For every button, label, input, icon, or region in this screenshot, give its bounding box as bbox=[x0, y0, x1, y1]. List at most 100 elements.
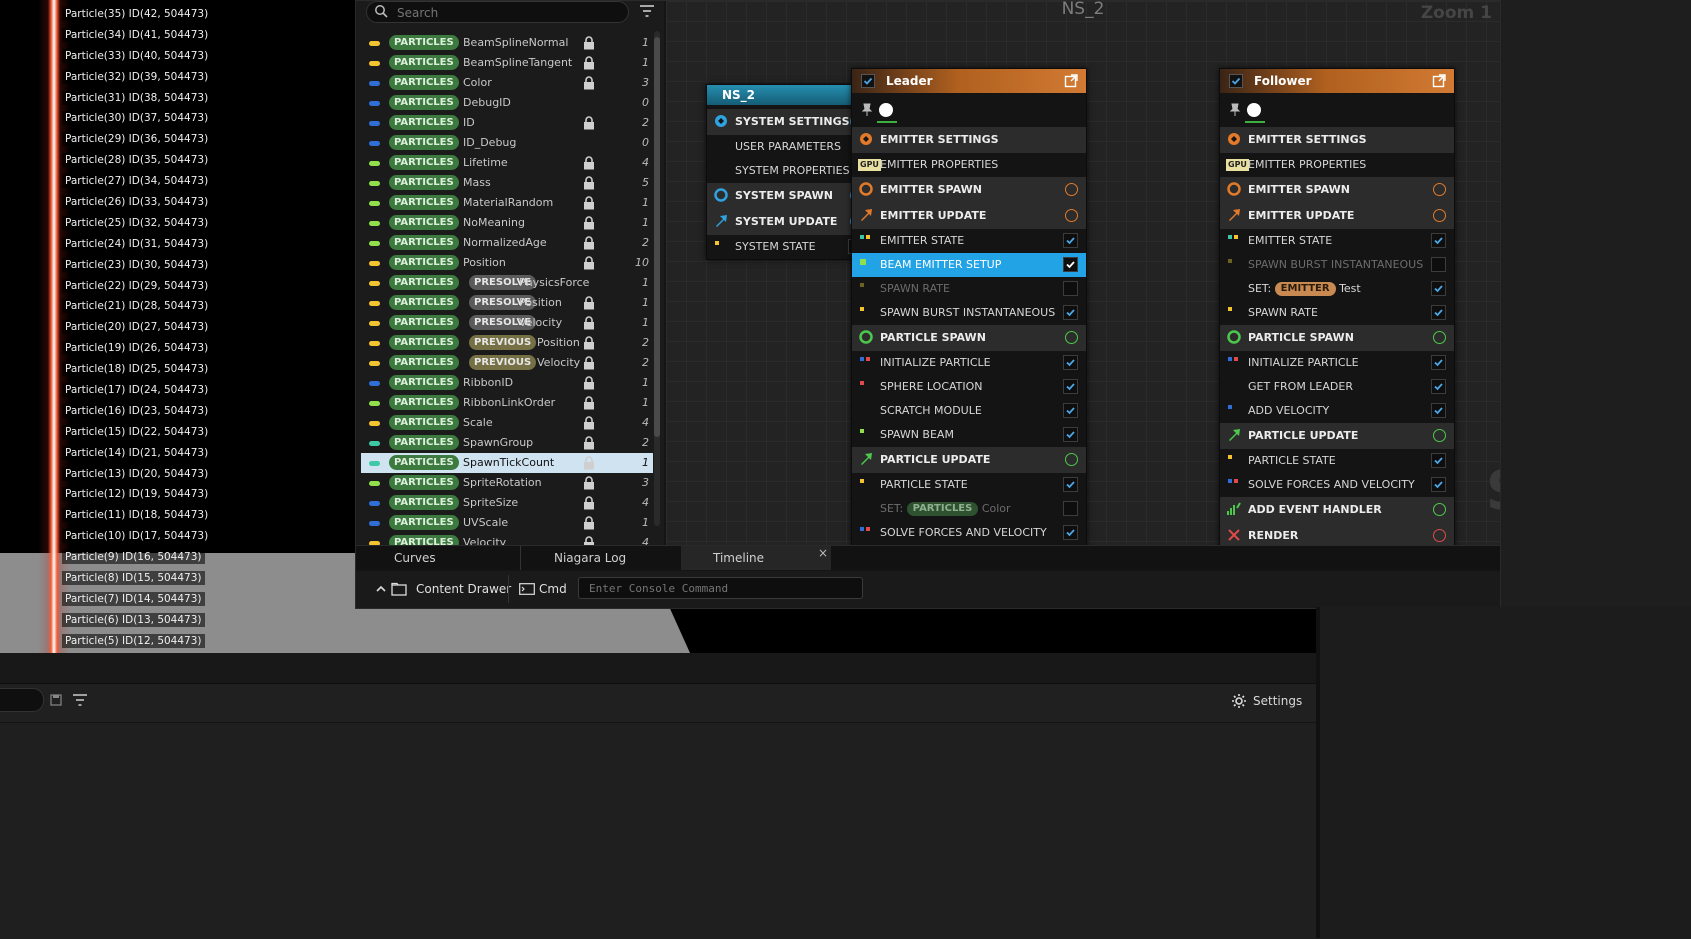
parameter-row[interactable]: PARTICLES Lifetime 4 bbox=[361, 153, 653, 173]
system-properties-row[interactable]: SYSTEM PROPERTIES bbox=[707, 159, 871, 183]
lock-icon[interactable] bbox=[583, 356, 595, 370]
follower-emitter-node[interactable]: Follower EMITTER SETTINGS GPU EMITTER PR… bbox=[1219, 68, 1455, 545]
parameter-row[interactable]: PARTICLES MaterialRandom 1 bbox=[361, 193, 653, 213]
particle-spawn-group[interactable]: PARTICLE SPAWN bbox=[852, 325, 1086, 351]
beam-emitter-setup-row[interactable]: BEAM EMITTER SETUP bbox=[852, 253, 1086, 277]
tab-niagara-log[interactable]: Niagara Log bbox=[521, 546, 676, 570]
parameter-row[interactable]: PARTICLES Scale 4 bbox=[361, 413, 653, 433]
emitter-spawn-group[interactable]: EMITTER SPAWN bbox=[1220, 177, 1454, 203]
system-node[interactable]: NS_2 SYSTEM SETTINGS USER PARAMETERS SYS… bbox=[706, 84, 872, 260]
parameter-row[interactable]: PARTICLES BeamSplineTangent 1 bbox=[361, 53, 653, 73]
lock-icon[interactable] bbox=[583, 116, 595, 130]
parameter-row[interactable]: PARTICLES BeamSplineNormal 1 bbox=[361, 33, 653, 53]
pin-icon[interactable] bbox=[861, 103, 873, 117]
leader-node-header[interactable]: Leader bbox=[852, 69, 1086, 93]
lock-icon[interactable] bbox=[583, 176, 595, 190]
parameter-row[interactable]: PARTICLES ID_Debug 0 bbox=[361, 133, 653, 153]
module-enabled-checkbox[interactable] bbox=[1063, 305, 1078, 320]
parameter-row[interactable]: PARTICLES NoMeaning 1 bbox=[361, 213, 653, 233]
add-module-icon[interactable] bbox=[1065, 209, 1078, 222]
emitter-properties-row[interactable]: GPU EMITTER PROPERTIES bbox=[1220, 153, 1454, 177]
follower-node-header[interactable]: Follower bbox=[1220, 69, 1454, 93]
content-drawer-button[interactable]: Content Drawer bbox=[366, 577, 511, 601]
follower-enabled-checkbox[interactable] bbox=[1229, 74, 1243, 88]
add-module-icon[interactable] bbox=[1433, 529, 1446, 542]
lock-icon[interactable] bbox=[583, 256, 595, 270]
add-module-icon[interactable] bbox=[1065, 331, 1078, 344]
module-enabled-checkbox[interactable] bbox=[1431, 233, 1446, 248]
module-enabled-checkbox[interactable] bbox=[1431, 257, 1446, 272]
add-event-handler-group[interactable]: ADD EVENT HANDLER bbox=[1220, 497, 1454, 523]
parameter-row[interactable]: PARTICLES SpriteRotation 3 bbox=[361, 473, 653, 493]
tab-timeline[interactable]: Timeline bbox=[681, 546, 831, 570]
add-module-icon[interactable] bbox=[1433, 183, 1446, 196]
lock-icon[interactable] bbox=[583, 236, 595, 250]
system-spawn-group[interactable]: SYSTEM SPAWN bbox=[707, 183, 871, 209]
open-emitter-icon[interactable] bbox=[1432, 74, 1446, 88]
lock-icon[interactable] bbox=[583, 336, 595, 350]
lock-icon[interactable] bbox=[583, 76, 595, 90]
spawn-rate-row[interactable]: SPAWN RATE bbox=[852, 277, 1086, 301]
system-node-header[interactable]: NS_2 bbox=[707, 85, 871, 105]
save-icon[interactable] bbox=[50, 694, 62, 706]
leader-emitter-node[interactable]: Leader EMITTER SETTINGS GPU EMITTER PROP… bbox=[851, 68, 1087, 545]
lock-icon[interactable] bbox=[583, 496, 595, 510]
settings-button[interactable]: Settings bbox=[1231, 690, 1302, 712]
add-module-icon[interactable] bbox=[1065, 453, 1078, 466]
module-enabled-checkbox[interactable] bbox=[1431, 355, 1446, 370]
system-update-group[interactable]: SYSTEM UPDATE bbox=[707, 209, 871, 235]
lock-icon[interactable] bbox=[583, 516, 595, 530]
module-enabled-checkbox[interactable] bbox=[1063, 355, 1078, 370]
parameter-row[interactable]: PARTICLES PREVIOUS Position 2 bbox=[361, 333, 653, 353]
parameter-row[interactable]: PARTICLES SpriteSize 4 bbox=[361, 493, 653, 513]
lock-icon[interactable] bbox=[583, 296, 595, 310]
add-velocity-row[interactable]: ADD VELOCITY bbox=[1220, 399, 1454, 423]
lock-icon[interactable] bbox=[583, 436, 595, 450]
lock-icon[interactable] bbox=[583, 376, 595, 390]
console-command-input[interactable] bbox=[578, 577, 863, 599]
emitter-settings-group[interactable]: EMITTER SETTINGS bbox=[852, 127, 1086, 153]
lock-icon[interactable] bbox=[583, 56, 595, 70]
emitter-state-row[interactable]: EMITTER STATE bbox=[852, 229, 1086, 253]
parameter-row[interactable]: PARTICLES PRESOLVE Velocity 1 bbox=[361, 313, 653, 333]
lock-icon[interactable] bbox=[583, 36, 595, 50]
module-enabled-checkbox[interactable] bbox=[1063, 233, 1078, 248]
module-enabled-checkbox[interactable] bbox=[1431, 305, 1446, 320]
system-overview-graph[interactable]: NS_2 Zoom 1 SYSTEM NS_2 SYSTEM SETTINGS … bbox=[666, 1, 1500, 545]
open-emitter-icon[interactable] bbox=[1064, 74, 1078, 88]
parameter-row[interactable]: PARTICLES PRESOLVE Position 1 bbox=[361, 293, 653, 313]
emitter-properties-row[interactable]: GPU EMITTER PROPERTIES bbox=[852, 153, 1086, 177]
cmd-button[interactable]: Cmd bbox=[519, 577, 567, 601]
lock-icon[interactable] bbox=[583, 396, 595, 410]
details-search-input[interactable] bbox=[0, 688, 44, 712]
parameter-row[interactable]: PARTICLES Position 10 bbox=[361, 253, 653, 273]
initialize-particle-row[interactable]: INITIALIZE PARTICLE bbox=[852, 351, 1086, 375]
lock-icon[interactable] bbox=[583, 196, 595, 210]
lock-icon[interactable] bbox=[583, 416, 595, 430]
search-input[interactable] bbox=[395, 3, 624, 23]
module-enabled-checkbox[interactable] bbox=[1063, 525, 1078, 540]
emitter-update-group[interactable]: EMITTER UPDATE bbox=[1220, 203, 1454, 229]
particle-state-row[interactable]: PARTICLE STATE bbox=[852, 473, 1086, 497]
add-module-icon[interactable] bbox=[1065, 183, 1078, 196]
parameter-row[interactable]: PARTICLES PREVIOUS Velocity 2 bbox=[361, 353, 653, 373]
spawn-beam-row[interactable]: SPAWN BEAM bbox=[852, 423, 1086, 447]
lock-icon[interactable] bbox=[583, 216, 595, 230]
get-from-leader-row[interactable]: GET FROM LEADER bbox=[1220, 375, 1454, 399]
parameter-row[interactable]: PARTICLES Mass 5 bbox=[361, 173, 653, 193]
user-parameters-row[interactable]: USER PARAMETERS bbox=[707, 135, 871, 159]
parameter-row[interactable]: PARTICLES RibbonID 1 bbox=[361, 373, 653, 393]
set-emitter-test-row[interactable]: SET: EMITTER Test bbox=[1220, 277, 1454, 301]
sphere-location-row[interactable]: SPHERE LOCATION bbox=[852, 375, 1086, 399]
close-tab-icon[interactable]: × bbox=[818, 546, 828, 560]
module-enabled-checkbox[interactable] bbox=[1063, 403, 1078, 418]
lock-icon[interactable] bbox=[583, 456, 595, 470]
parameter-row[interactable]: PARTICLES UVScale 1 bbox=[361, 513, 653, 533]
filter-icon[interactable] bbox=[72, 692, 88, 708]
parameter-row[interactable]: PARTICLES RibbonLinkOrder 1 bbox=[361, 393, 653, 413]
parameter-row[interactable]: PARTICLES PRESOLVE PhysicsForce 1 bbox=[361, 273, 653, 293]
lock-icon[interactable] bbox=[583, 316, 595, 330]
add-module-icon[interactable] bbox=[1433, 503, 1446, 516]
emitter-preview-icon[interactable] bbox=[1247, 103, 1261, 117]
parameter-row[interactable]: PARTICLES Color 3 bbox=[361, 73, 653, 93]
